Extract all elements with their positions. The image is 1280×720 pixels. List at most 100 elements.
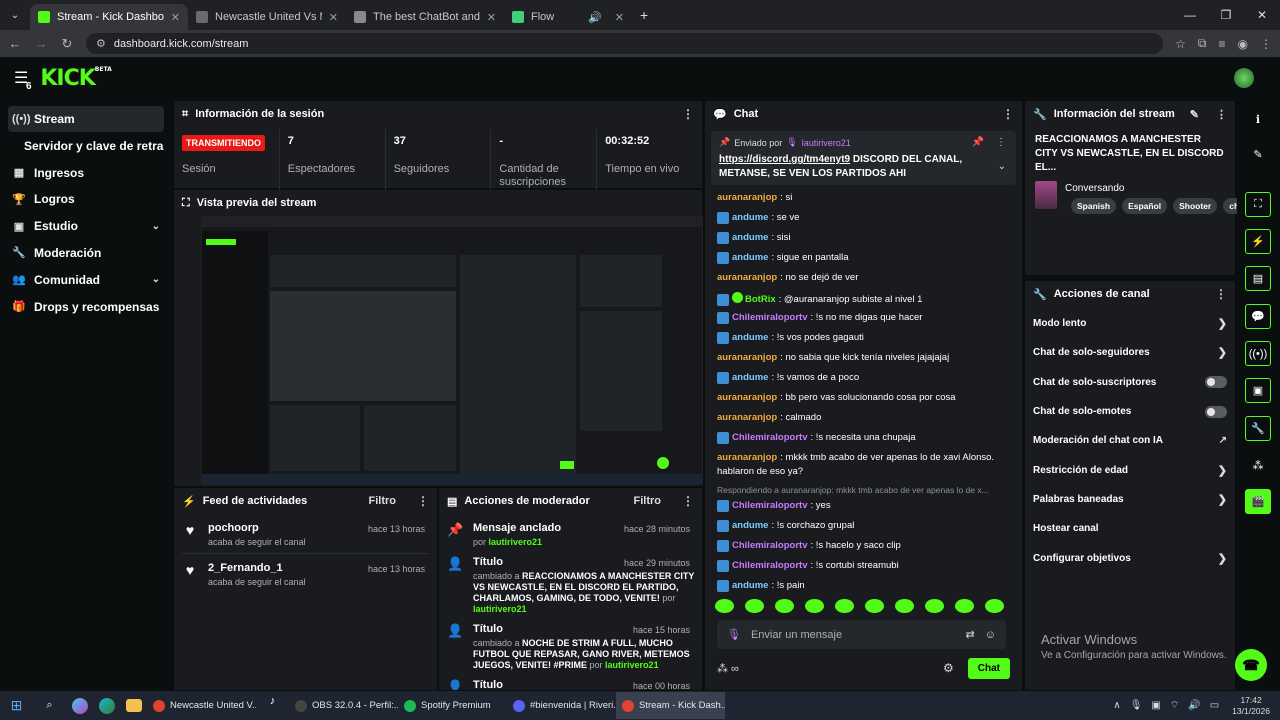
chat-username[interactable]: auranaranjop xyxy=(717,272,777,283)
emote-icon[interactable] xyxy=(715,599,734,613)
chat-message[interactable]: andume: se ve xyxy=(705,211,1022,231)
chat-message[interactable]: Chilemiraloportv: !s hacelo y saco clip xyxy=(705,539,1022,559)
mod-action-user[interactable]: lautirivero21 xyxy=(473,604,527,614)
media-tray-icon[interactable]: ▣ xyxy=(1151,700,1160,711)
channel-action-row[interactable]: Modo lento ❯ xyxy=(1025,309,1235,338)
browser-menu-icon[interactable]: ⋮ xyxy=(1260,37,1272,51)
chat-username[interactable]: BotRix xyxy=(745,294,776,305)
chat-message[interactable]: andume: !s corchazo grupal xyxy=(705,519,1022,539)
maximize-icon[interactable]: ❐ xyxy=(1208,8,1244,22)
tab-audio-icon[interactable]: 🔊 xyxy=(588,11,602,24)
chat-username[interactable]: andume xyxy=(732,372,768,383)
chat-username[interactable]: auranaranjop xyxy=(717,412,777,423)
chat-username[interactable]: auranaranjop xyxy=(717,352,777,363)
channel-action-row[interactable]: Chat de solo-suscriptores xyxy=(1025,368,1235,397)
taskbar-app[interactable]: Newcastle United V... xyxy=(147,692,256,719)
chat-username[interactable]: andume xyxy=(732,212,768,223)
feed-user[interactable]: 2_Fernando_1 xyxy=(208,562,306,574)
bookmark-star-icon[interactable]: ☆ xyxy=(1175,37,1186,51)
chat-username[interactable]: Chilemiraloportv xyxy=(732,500,808,511)
taskbar-app[interactable]: Spotify Premium xyxy=(398,692,507,719)
emote-icon[interactable] xyxy=(865,599,884,613)
emote-icon[interactable] xyxy=(985,599,1004,613)
unpin-icon[interactable]: 📌 xyxy=(972,137,984,148)
mod-filter-button[interactable]: Filtro xyxy=(634,495,662,507)
forward-icon[interactable]: → xyxy=(34,36,48,51)
channel-action-row[interactable]: Configurar objetivos ❯ xyxy=(1025,543,1235,572)
channel-action-row[interactable]: Moderación del chat con IA ↗ xyxy=(1025,426,1235,455)
sidebar-item[interactable]: 👥 Comunidad ⌄ xyxy=(8,267,164,293)
chevron-right-icon[interactable]: ❯ xyxy=(1218,346,1227,359)
chat-username[interactable]: Chilemiraloportv xyxy=(732,312,808,323)
chat-username[interactable]: auranaranjop xyxy=(717,392,777,403)
edge-icon[interactable] xyxy=(98,697,115,714)
chat-username[interactable]: Chilemiraloportv xyxy=(732,432,808,443)
edit-rail-icon[interactable]: ✎ xyxy=(1245,142,1271,167)
copilot-icon[interactable] xyxy=(71,697,88,714)
channel-action-row[interactable]: Chat de solo-emotes xyxy=(1025,397,1235,426)
chevron-right-icon[interactable]: ❯ xyxy=(1218,552,1227,565)
chat-message[interactable]: auranaranjop: calmado xyxy=(705,411,1022,431)
chat-username[interactable]: andume xyxy=(732,332,768,343)
battery-icon[interactable]: ▭ xyxy=(1210,700,1219,711)
chat-username[interactable]: andume xyxy=(732,580,768,591)
chat-message[interactable]: auranaranjop: no se dejó de ver xyxy=(705,271,1022,291)
emote-icon[interactable] xyxy=(745,599,764,613)
chat-rail-icon[interactable]: 💬 xyxy=(1245,304,1271,329)
help-chat-icon[interactable]: ☎ xyxy=(1235,649,1267,681)
site-info-icon[interactable]: ⚙ xyxy=(96,37,106,50)
chat-username[interactable]: Chilemiraloportv xyxy=(732,560,808,571)
feed-more-icon[interactable]: ⋮ xyxy=(417,494,429,508)
sidebar-item[interactable]: ▣ Estudio ⌄ xyxy=(8,213,164,239)
chat-message[interactable]: auranaranjop: mkkk tmb acabo de ver apen… xyxy=(705,451,1022,485)
broadcast-rail-icon[interactable]: ((•)) xyxy=(1245,341,1271,366)
stream-tag[interactable]: Spanish xyxy=(1071,198,1117,214)
mod-action-user[interactable]: lautirivero21 xyxy=(489,537,543,547)
pinned-message[interactable]: 📌 Enviado por 🎙 lautirivero21 https://di… xyxy=(711,131,1016,185)
chat-message[interactable]: auranaranjop: no sabia que kick tenía ni… xyxy=(705,351,1022,371)
chat-username[interactable]: auranaranjop xyxy=(717,192,777,203)
clapper-rail-icon[interactable]: 🎬 xyxy=(1245,489,1271,514)
chat-message[interactable]: auranaranjop: bb pero vas solucionando c… xyxy=(705,391,1022,411)
emote-icon[interactable] xyxy=(805,599,824,613)
emote-icon[interactable] xyxy=(955,599,974,613)
tab-close-icon[interactable]: ✕ xyxy=(615,11,624,24)
chat-message[interactable]: Chilemiraloportv: !s necesita una chupaj… xyxy=(705,431,1022,451)
emoji-icon[interactable]: ☺ xyxy=(985,629,996,641)
chat-message[interactable]: auranaranjop: si xyxy=(705,191,1022,211)
taskbar-app[interactable]: OBS 32.0.4 - Perfil:... xyxy=(289,692,398,719)
chevron-right-icon[interactable]: ❯ xyxy=(1218,464,1227,477)
sidebar-item[interactable]: 🏆 Logros xyxy=(8,186,164,212)
mod-more-icon[interactable]: ⋮ xyxy=(682,494,694,508)
browser-tab[interactable]: Stream - Kick Dashboard ✕ xyxy=(30,4,188,30)
browser-tab[interactable]: Newcastle United Vs Manchest ✕ xyxy=(188,4,346,30)
windows-start-icon[interactable]: ⊞ xyxy=(6,697,28,715)
fullscreen-rail-icon[interactable]: ⛶ xyxy=(1245,192,1271,217)
chat-input[interactable]: 🎙 Enviar un mensaje ⇄ ☺ xyxy=(717,620,1006,649)
channel-action-row[interactable]: Chat de solo-seguidores ❯ xyxy=(1025,338,1235,367)
sidebar-item[interactable]: 🔧 Moderación xyxy=(8,240,164,266)
feed-filter-button[interactable]: Filtro xyxy=(369,495,397,507)
close-window-icon[interactable]: ✕ xyxy=(1244,8,1280,22)
taskbar-app[interactable]: Stream - Kick Dash... xyxy=(616,692,725,719)
tab-search-icon[interactable]: ⌄ xyxy=(0,10,30,21)
search-icon[interactable]: ⌕ xyxy=(39,697,61,715)
emote-icon[interactable] xyxy=(775,599,794,613)
reload-icon[interactable]: ↻ xyxy=(60,36,74,52)
mod-rail-icon[interactable]: ▣ xyxy=(1245,378,1271,403)
channel-action-row[interactable]: Hostear canal xyxy=(1025,514,1235,543)
back-icon[interactable]: ← xyxy=(8,36,22,51)
chat-message[interactable]: Chilemiraloportv: yes xyxy=(705,499,1022,519)
mod-action-user[interactable]: lautirivero21 xyxy=(605,660,659,670)
chat-username[interactable]: Chilemiraloportv xyxy=(732,540,808,551)
clipboard-rail-icon[interactable]: ▤ xyxy=(1245,266,1271,291)
wifi-icon[interactable]: ⌔ xyxy=(1170,699,1179,712)
stream-info-more-icon[interactable]: ⋮ xyxy=(1216,108,1227,121)
lightning-rail-icon[interactable]: ⚡ xyxy=(1245,229,1271,254)
chat-message[interactable]: andume: !s vamos de a poco xyxy=(705,371,1022,391)
wrench-rail-icon[interactable]: 🔧 xyxy=(1245,416,1271,441)
channel-actions-more-icon[interactable]: ⋮ xyxy=(1215,287,1227,301)
browser-tab[interactable]: Flow 🔊 ✕ xyxy=(504,4,632,30)
volume-icon[interactable]: 🔊 xyxy=(1188,700,1200,711)
mic-tray-icon[interactable]: 🎙 xyxy=(1130,700,1143,711)
